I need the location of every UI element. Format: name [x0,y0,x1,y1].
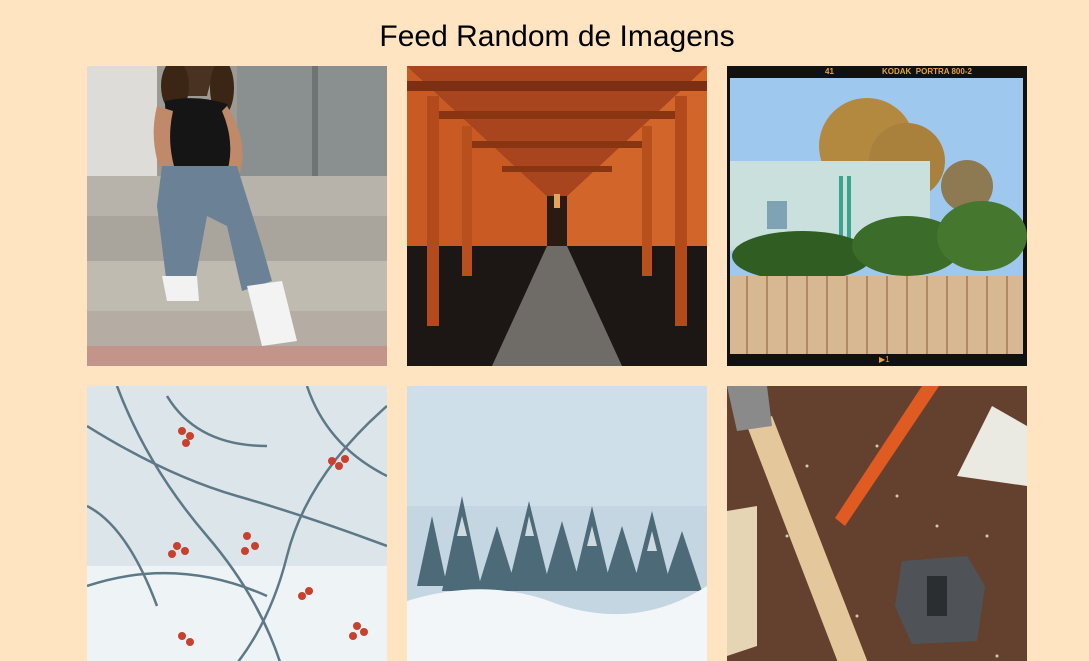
film-frame-marker: ▶1 [879,355,890,364]
film-frame-number: 41 [825,67,834,76]
feed-image-torii-tunnel [407,66,707,366]
page-title: Feed Random de Imagens [379,20,735,53]
film-brand-text: KODAK PORTRA 800-2 [882,67,972,76]
feed-image-frosted-branches [87,386,387,661]
page: Feed Random de Imagens 41 KODAK PORTRA 8… [0,0,1089,661]
image-feed-grid: 41 KODAK PORTRA 800-2 ▶1 [87,66,1027,661]
feed-image-woman-on-steps [87,66,387,366]
feed-image-woodworking-tools [727,386,1027,661]
feed-image-snowy-forest [407,386,707,661]
feed-image-film-house: 41 KODAK PORTRA 800-2 ▶1 [727,66,1027,366]
